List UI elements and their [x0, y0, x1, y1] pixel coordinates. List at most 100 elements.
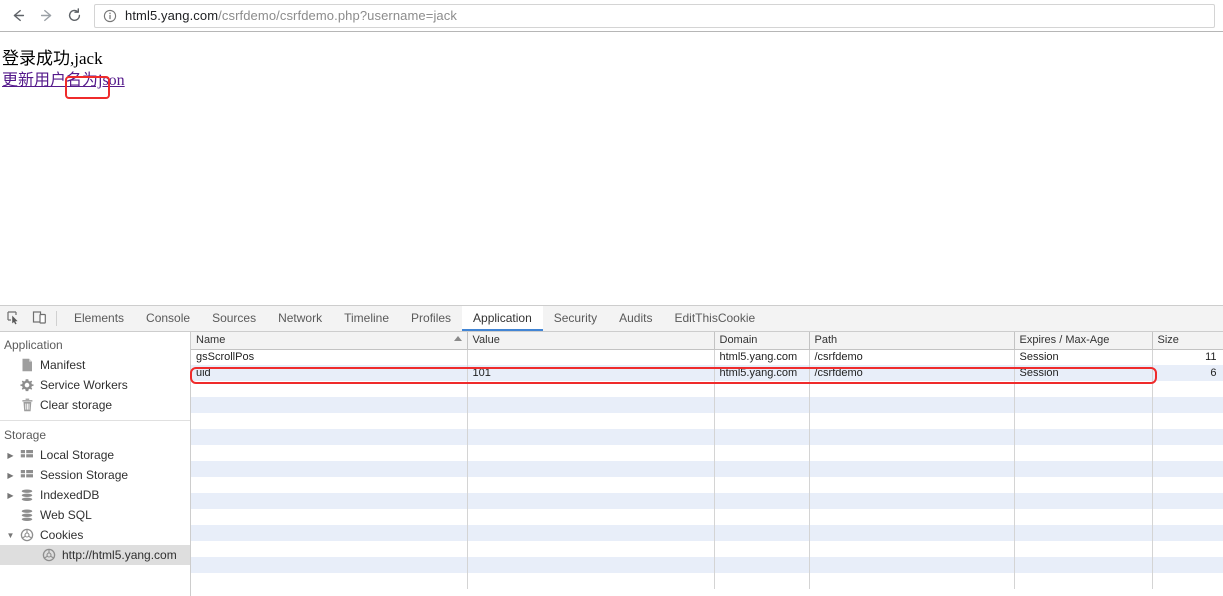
column-header-name[interactable]: Name — [191, 332, 467, 349]
inspect-element-button[interactable] — [0, 306, 26, 331]
cell-expires[interactable]: Session — [1014, 365, 1152, 381]
cell-size[interactable]: 11 — [1152, 349, 1223, 365]
cookies-table-body: gsScrollPos html5.yang.com /csrfdemo Ses… — [191, 349, 1223, 589]
tab-label: Profiles — [411, 311, 451, 325]
cookies-table: Name Value Domain Path Expires / Max-Age… — [191, 332, 1223, 589]
reload-button[interactable] — [60, 2, 88, 30]
inspect-element-icon — [6, 310, 21, 328]
tab-network[interactable]: Network — [267, 306, 333, 331]
sidebar-section-storage: Storage — [0, 425, 190, 445]
chevron-right-icon[interactable]: ▶ — [4, 491, 17, 500]
cell-size[interactable]: 6 — [1152, 365, 1223, 381]
table-row-empty — [191, 525, 1223, 541]
sidebar-item-label: Local Storage — [37, 448, 114, 462]
chevron-right-icon[interactable]: ▶ — [4, 471, 17, 480]
cell-value[interactable]: 101 — [467, 365, 714, 381]
table-row-empty — [191, 397, 1223, 413]
address-bar-url: html5.yang.com/csrfdemo/csrfdemo.php?use… — [125, 8, 457, 23]
table-row[interactable]: uid 101 html5.yang.com /csrfdemo Session… — [191, 365, 1223, 381]
cell-name[interactable]: uid — [191, 365, 467, 381]
table-icon — [17, 469, 37, 481]
tab-label: Network — [278, 311, 322, 325]
cell-value[interactable] — [467, 349, 714, 365]
table-row-empty — [191, 557, 1223, 573]
back-button[interactable] — [4, 2, 32, 30]
database-icon — [17, 509, 37, 522]
table-row-empty — [191, 413, 1223, 429]
sidebar-item-service-workers[interactable]: ▶ Service Workers — [0, 375, 190, 395]
tab-application[interactable]: Application — [462, 306, 543, 331]
device-toolbar-icon — [32, 310, 47, 328]
tab-timeline[interactable]: Timeline — [333, 306, 400, 331]
cookie-icon — [17, 528, 37, 542]
column-header-expires[interactable]: Expires / Max-Age — [1014, 332, 1152, 349]
column-header-path[interactable]: Path — [809, 332, 1014, 349]
arrow-right-icon — [38, 7, 55, 24]
tab-console[interactable]: Console — [135, 306, 201, 331]
column-label: Name — [196, 334, 225, 346]
sidebar-item-local-storage[interactable]: ▶ Local Storage — [0, 445, 190, 465]
toolbar-divider — [56, 311, 57, 326]
table-icon — [17, 449, 37, 461]
tab-security[interactable]: Security — [543, 306, 608, 331]
column-header-size[interactable]: Size — [1152, 332, 1223, 349]
gear-icon — [17, 378, 37, 392]
arrow-left-icon — [10, 7, 27, 24]
device-toolbar-button[interactable] — [26, 306, 52, 331]
devtools-tabs: Elements Console Sources Network Timelin… — [63, 306, 766, 331]
tab-label: Audits — [619, 311, 652, 325]
devtools-body: Application ▶ Manifest ▶ — [0, 332, 1223, 596]
tab-profiles[interactable]: Profiles — [400, 306, 462, 331]
browser-window: html5.yang.com/csrfdemo/csrfdemo.php?use… — [0, 0, 1223, 596]
column-header-value[interactable]: Value — [467, 332, 714, 349]
cell-name[interactable]: gsScrollPos — [191, 349, 467, 365]
sidebar-section-application: Application — [0, 335, 190, 355]
table-row-empty — [191, 493, 1223, 509]
cell-domain[interactable]: html5.yang.com — [714, 349, 809, 365]
column-label: Expires / Max-Age — [1020, 334, 1110, 346]
cookies-table-container: Name Value Domain Path Expires / Max-Age… — [191, 332, 1223, 596]
tab-label: Timeline — [344, 311, 389, 325]
sidebar-item-cookie-origin[interactable]: ▶ http://html5.yang.com — [0, 545, 190, 565]
column-label: Value — [473, 334, 500, 346]
cell-domain[interactable]: html5.yang.com — [714, 365, 809, 381]
document-icon — [17, 358, 37, 372]
forward-button[interactable] — [32, 2, 60, 30]
chevron-right-icon[interactable]: ▶ — [4, 451, 17, 460]
sidebar-item-session-storage[interactable]: ▶ Session Storage — [0, 465, 190, 485]
tab-elements[interactable]: Elements — [63, 306, 135, 331]
tab-label: Application — [473, 311, 532, 325]
tab-editthiscookie[interactable]: EditThisCookie — [663, 306, 766, 331]
update-username-link[interactable]: 更新用户名为json — [2, 66, 125, 90]
sidebar-item-indexeddb[interactable]: ▶ IndexedDB — [0, 485, 190, 505]
sidebar-divider — [0, 420, 190, 421]
column-label: Domain — [720, 334, 758, 346]
chevron-down-icon[interactable]: ▼ — [4, 531, 17, 540]
url-host: html5.yang.com — [125, 8, 218, 23]
cell-path[interactable]: /csrfdemo — [809, 365, 1014, 381]
tab-audits[interactable]: Audits — [608, 306, 663, 331]
sidebar-item-label: Session Storage — [37, 468, 128, 482]
sidebar-item-web-sql[interactable]: ▶ Web SQL — [0, 505, 190, 525]
table-row-empty — [191, 461, 1223, 477]
table-row[interactable]: gsScrollPos html5.yang.com /csrfdemo Ses… — [191, 349, 1223, 365]
info-circle-icon[interactable] — [103, 9, 117, 23]
sidebar-item-label: Clear storage — [37, 398, 112, 412]
column-header-domain[interactable]: Domain — [714, 332, 809, 349]
tab-label: Elements — [74, 311, 124, 325]
page-viewport: 登录成功,jack 更新用户名为json — [0, 33, 1223, 305]
cell-path[interactable]: /csrfdemo — [809, 349, 1014, 365]
sidebar-item-manifest[interactable]: ▶ Manifest — [0, 355, 190, 375]
tab-label: Sources — [212, 311, 256, 325]
table-row-empty — [191, 477, 1223, 493]
table-row-empty — [191, 429, 1223, 445]
sidebar-item-clear-storage[interactable]: ▶ Clear storage — [0, 395, 190, 415]
sidebar-item-label: IndexedDB — [37, 488, 99, 502]
reload-icon — [66, 7, 83, 24]
address-bar[interactable]: html5.yang.com/csrfdemo/csrfdemo.php?use… — [94, 4, 1215, 28]
sidebar-item-cookies[interactable]: ▼ Cookies — [0, 525, 190, 545]
cell-expires[interactable]: Session — [1014, 349, 1152, 365]
sidebar-item-label: Web SQL — [37, 508, 92, 522]
database-icon — [17, 489, 37, 502]
tab-sources[interactable]: Sources — [201, 306, 267, 331]
